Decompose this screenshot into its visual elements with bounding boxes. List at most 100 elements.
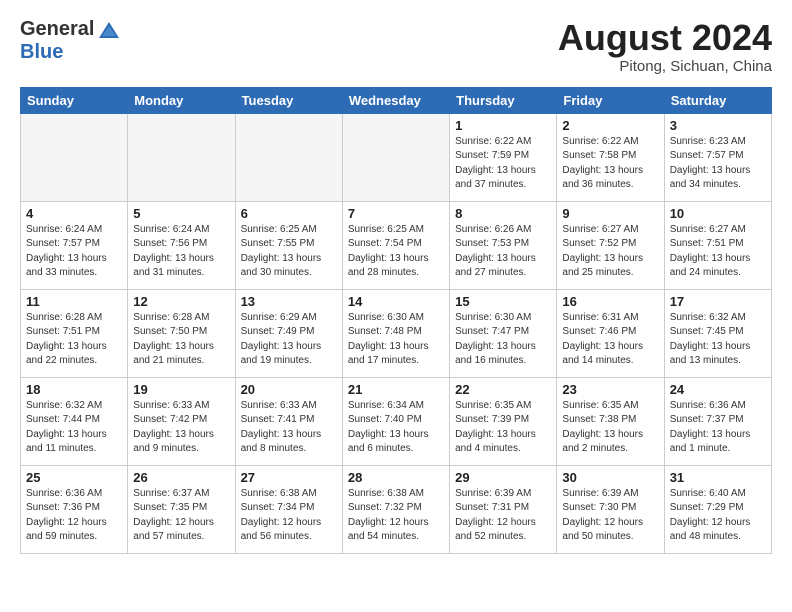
day-detail: Sunrise: 6:28 AM Sunset: 7:50 PM Dayligh… — [133, 311, 229, 369]
day-detail: Sunrise: 6:33 AM Sunset: 7:41 PM Dayligh… — [241, 399, 337, 457]
day-detail: Sunrise: 6:30 AM Sunset: 7:47 PM Dayligh… — [455, 311, 551, 369]
week-row-1: 4 Sunrise: 6:24 AM Sunset: 7:57 PM Daylig… — [21, 201, 772, 289]
day-number: 30 — [562, 470, 658, 485]
table-row: 5Sunrise: 6:24 AM Sunset: 7:56 PM Daylig… — [128, 201, 235, 289]
day-number: 25 — [26, 470, 122, 485]
day-number: 8 — [455, 206, 551, 221]
logo-icon — [98, 21, 120, 39]
day-number: 17 — [670, 294, 766, 309]
day-number: 27 — [241, 470, 337, 485]
header-sunday: Sunday — [21, 87, 128, 113]
day-detail: Sunrise: 6:37 AM Sunset: 7:35 PM Dayligh… — [133, 487, 229, 545]
day-detail: Sunrise: 6:26 AM Sunset: 7:53 PM Dayligh… — [455, 223, 551, 281]
day-detail: Sunrise: 6:29 AM Sunset: 7:49 PM Dayligh… — [241, 311, 337, 369]
day-detail: Sunrise: 6:32 AM Sunset: 7:45 PM Dayligh… — [670, 311, 766, 369]
table-row: 28Sunrise: 6:38 AM Sunset: 7:32 PM Dayli… — [342, 465, 449, 553]
day-detail: Sunrise: 6:24 AM Sunset: 7:57 PM Dayligh… — [26, 223, 122, 281]
table-row: 24 Sunrise: 6:36 AM Sunset: 7:37 PM Dayli… — [664, 377, 771, 465]
header-monday: Monday — [128, 87, 235, 113]
day-detail: Sunrise: 6:38 AM Sunset: 7:34 PM Dayligh… — [241, 487, 337, 545]
table-row: 13 Sunrise: 6:29 AM Sunset: 7:49 PM Dayli… — [235, 289, 342, 377]
table-row — [21, 113, 128, 201]
table-row: 21Sunrise: 6:34 AM Sunset: 7:40 PM Dayli… — [342, 377, 449, 465]
table-row: 1 Sunrise: 6:22 AM Sunset: 7:59 PM Daylig… — [450, 113, 557, 201]
table-row: 30 Sunrise: 6:39 AM Sunset: 7:30 PM Dayli… — [557, 465, 664, 553]
table-row: 25 Sunrise: 6:36 AM Sunset: 7:36 PM Dayli… — [21, 465, 128, 553]
day-number: 10 — [670, 206, 766, 221]
day-detail: Sunrise: 6:25 AM Sunset: 7:54 PM Dayligh… — [348, 223, 444, 281]
table-row: 9 Sunrise: 6:27 AM Sunset: 7:52 PM Daylig… — [557, 201, 664, 289]
day-detail: Sunrise: 6:22 AM Sunset: 7:58 PM Dayligh… — [562, 135, 658, 193]
day-number: 4 — [26, 206, 122, 221]
day-number: 24 — [670, 382, 766, 397]
header-tuesday: Tuesday — [235, 87, 342, 113]
week-row-0: 1 Sunrise: 6:22 AM Sunset: 7:59 PM Daylig… — [21, 113, 772, 201]
day-number: 11 — [26, 294, 122, 309]
day-detail: Sunrise: 6:36 AM Sunset: 7:37 PM Dayligh… — [670, 399, 766, 457]
day-number: 3 — [670, 118, 766, 133]
day-number: 1 — [455, 118, 551, 133]
day-detail: Sunrise: 6:36 AM Sunset: 7:36 PM Dayligh… — [26, 487, 122, 545]
day-detail: Sunrise: 6:25 AM Sunset: 7:55 PM Dayligh… — [241, 223, 337, 281]
table-row: 4 Sunrise: 6:24 AM Sunset: 7:57 PM Daylig… — [21, 201, 128, 289]
header: General Blue August 2024 Pitong, Sichuan… — [20, 18, 772, 75]
table-row: 31Sunrise: 6:40 AM Sunset: 7:29 PM Dayli… — [664, 465, 771, 553]
table-row: 12 Sunrise: 6:28 AM Sunset: 7:50 PM Dayli… — [128, 289, 235, 377]
day-detail: Sunrise: 6:27 AM Sunset: 7:51 PM Dayligh… — [670, 223, 766, 281]
day-number: 14 — [348, 294, 444, 309]
day-number: 29 — [455, 470, 551, 485]
day-detail: Sunrise: 6:35 AM Sunset: 7:39 PM Dayligh… — [455, 399, 551, 457]
table-row: 11 Sunrise: 6:28 AM Sunset: 7:51 PM Dayli… — [21, 289, 128, 377]
table-row: 14 Sunrise: 6:30 AM Sunset: 7:48 PM Dayli… — [342, 289, 449, 377]
day-detail: Sunrise: 6:39 AM Sunset: 7:30 PM Dayligh… — [562, 487, 658, 545]
day-detail: Sunrise: 6:32 AM Sunset: 7:44 PM Dayligh… — [26, 399, 122, 457]
logo: General Blue — [20, 18, 120, 64]
header-thursday: Thursday — [450, 87, 557, 113]
table-row — [235, 113, 342, 201]
day-number: 16 — [562, 294, 658, 309]
day-number: 20 — [241, 382, 337, 397]
title-section: August 2024 Pitong, Sichuan, China — [558, 18, 772, 75]
table-row: 23Sunrise: 6:35 AM Sunset: 7:38 PM Dayli… — [557, 377, 664, 465]
table-row: 26Sunrise: 6:37 AM Sunset: 7:35 PM Dayli… — [128, 465, 235, 553]
day-detail: Sunrise: 6:28 AM Sunset: 7:51 PM Dayligh… — [26, 311, 122, 369]
day-detail: Sunrise: 6:31 AM Sunset: 7:46 PM Dayligh… — [562, 311, 658, 369]
table-row: 16 Sunrise: 6:31 AM Sunset: 7:46 PM Dayli… — [557, 289, 664, 377]
day-detail: Sunrise: 6:23 AM Sunset: 7:57 PM Dayligh… — [670, 135, 766, 193]
week-row-2: 11 Sunrise: 6:28 AM Sunset: 7:51 PM Dayli… — [21, 289, 772, 377]
day-number: 18 — [26, 382, 122, 397]
logo-general-text: General — [20, 18, 94, 41]
day-number: 23 — [562, 382, 658, 397]
day-detail: Sunrise: 6:27 AM Sunset: 7:52 PM Dayligh… — [562, 223, 658, 281]
table-row: 17 Sunrise: 6:32 AM Sunset: 7:45 PM Dayli… — [664, 289, 771, 377]
table-row: 29 Sunrise: 6:39 AM Sunset: 7:31 PM Dayli… — [450, 465, 557, 553]
day-number: 13 — [241, 294, 337, 309]
day-detail: Sunrise: 6:38 AM Sunset: 7:32 PM Dayligh… — [348, 487, 444, 545]
day-detail: Sunrise: 6:40 AM Sunset: 7:29 PM Dayligh… — [670, 487, 766, 545]
day-number: 21 — [348, 382, 444, 397]
table-row: 2Sunrise: 6:22 AM Sunset: 7:58 PM Daylig… — [557, 113, 664, 201]
day-number: 22 — [455, 382, 551, 397]
header-friday: Friday — [557, 87, 664, 113]
header-saturday: Saturday — [664, 87, 771, 113]
table-row: 19Sunrise: 6:33 AM Sunset: 7:42 PM Dayli… — [128, 377, 235, 465]
page: General Blue August 2024 Pitong, Sichuan… — [0, 0, 792, 564]
week-row-4: 25 Sunrise: 6:36 AM Sunset: 7:36 PM Dayli… — [21, 465, 772, 553]
calendar: Sunday Monday Tuesday Wednesday Thursday… — [20, 87, 772, 554]
table-row: 7Sunrise: 6:25 AM Sunset: 7:54 PM Daylig… — [342, 201, 449, 289]
day-number: 12 — [133, 294, 229, 309]
day-number: 6 — [241, 206, 337, 221]
table-row: 8 Sunrise: 6:26 AM Sunset: 7:53 PM Daylig… — [450, 201, 557, 289]
month-year: August 2024 — [558, 18, 772, 58]
day-number: 19 — [133, 382, 229, 397]
table-row: 27 Sunrise: 6:38 AM Sunset: 7:34 PM Dayli… — [235, 465, 342, 553]
day-detail: Sunrise: 6:39 AM Sunset: 7:31 PM Dayligh… — [455, 487, 551, 545]
table-row: 20 Sunrise: 6:33 AM Sunset: 7:41 PM Dayli… — [235, 377, 342, 465]
day-detail: Sunrise: 6:30 AM Sunset: 7:48 PM Dayligh… — [348, 311, 444, 369]
day-number: 9 — [562, 206, 658, 221]
table-row: 10 Sunrise: 6:27 AM Sunset: 7:51 PM Dayli… — [664, 201, 771, 289]
day-detail: Sunrise: 6:24 AM Sunset: 7:56 PM Dayligh… — [133, 223, 229, 281]
weekday-header-row: Sunday Monday Tuesday Wednesday Thursday… — [21, 87, 772, 113]
table-row: 3 Sunrise: 6:23 AM Sunset: 7:57 PM Daylig… — [664, 113, 771, 201]
day-detail: Sunrise: 6:22 AM Sunset: 7:59 PM Dayligh… — [455, 135, 551, 193]
